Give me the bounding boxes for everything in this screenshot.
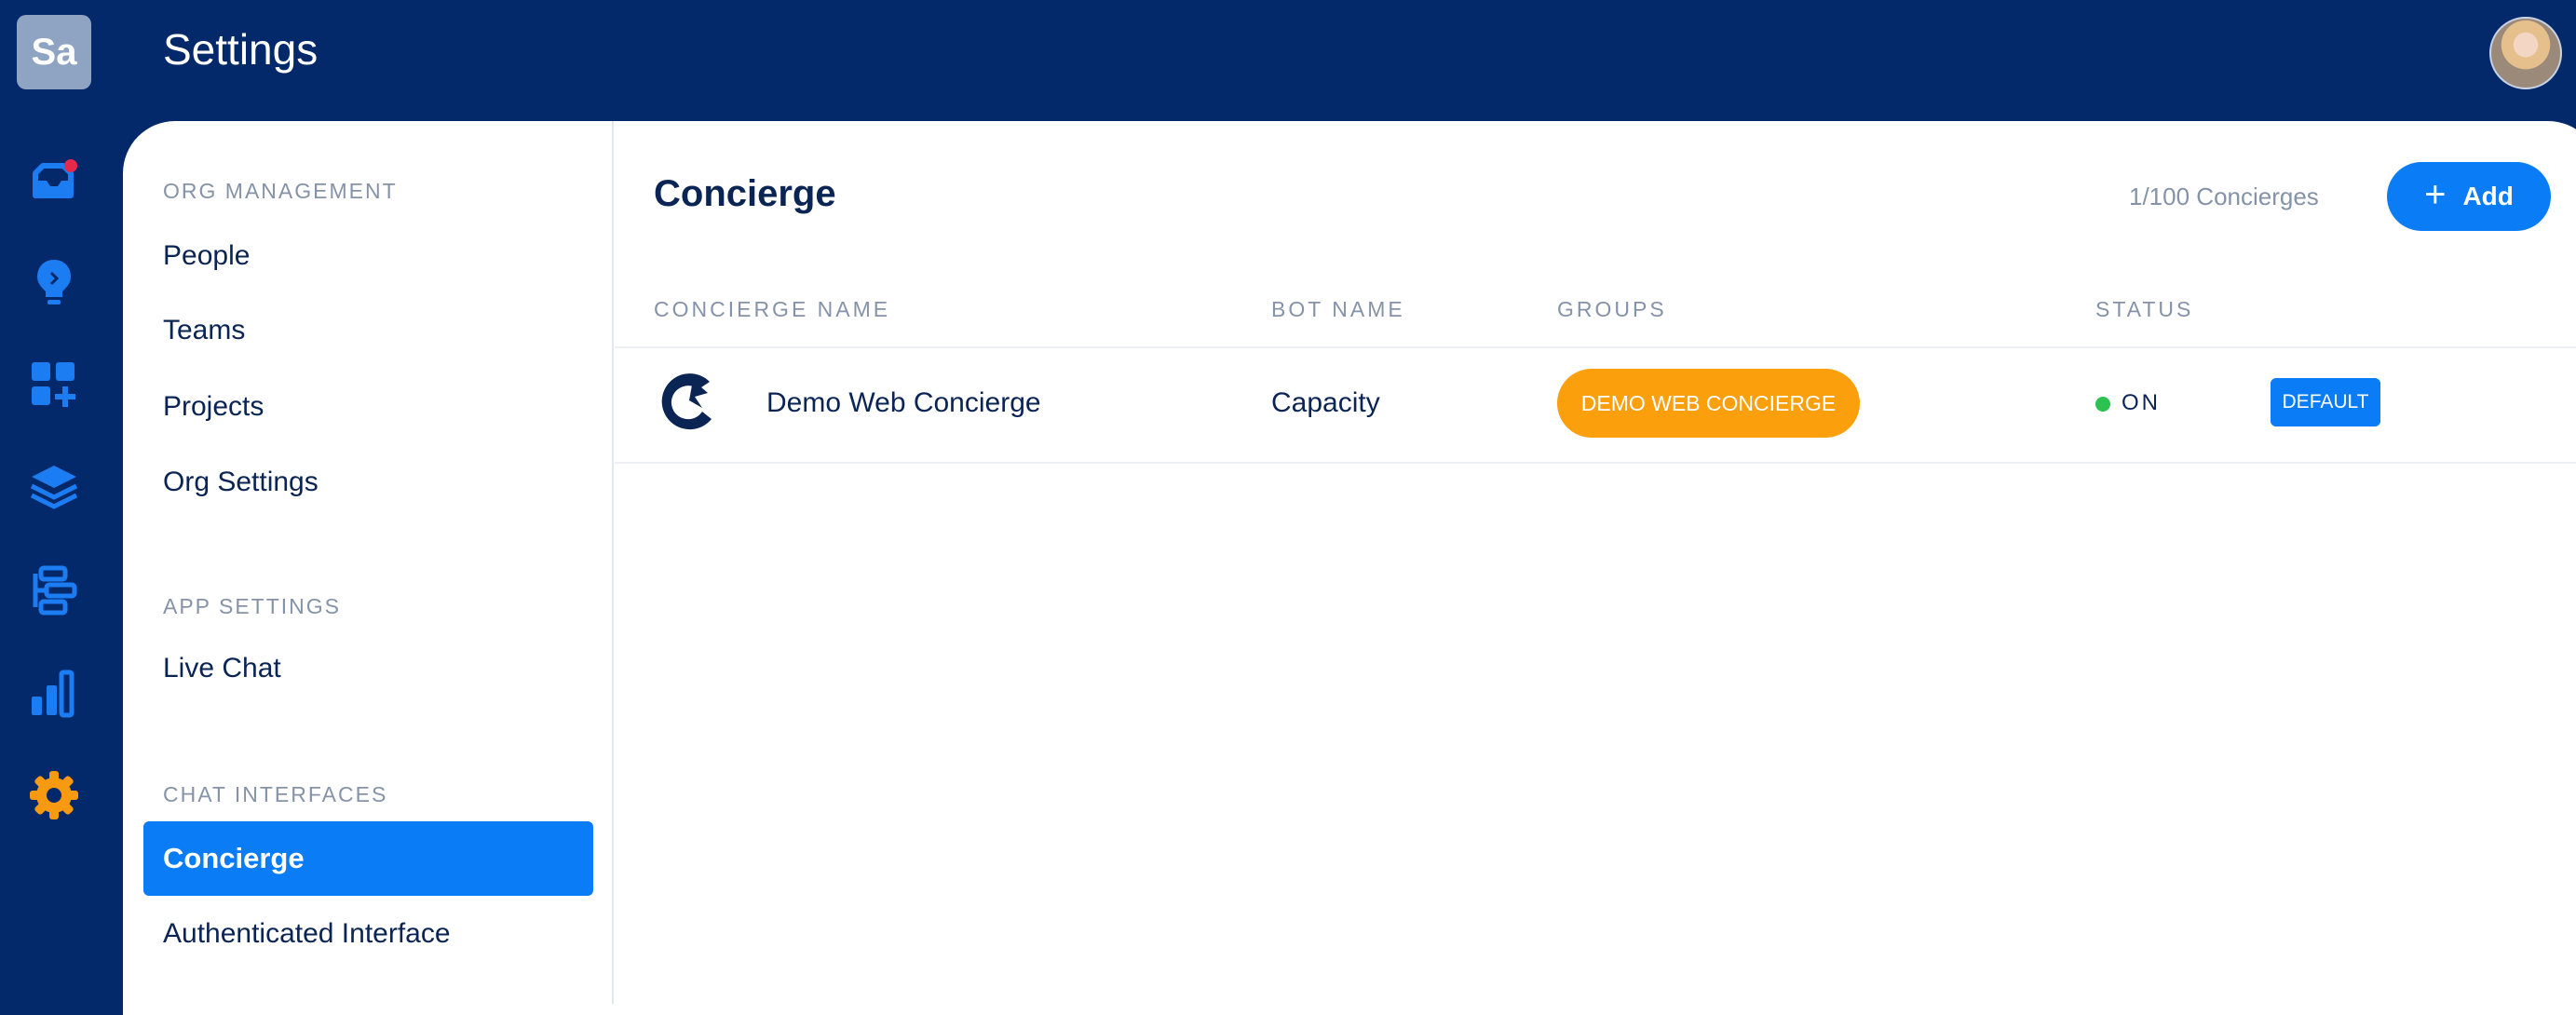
bar-chart-icon[interactable] [26,665,82,721]
page-title: Concierge [654,173,836,214]
layers-icon[interactable] [26,460,82,516]
sidebar-item-concierge[interactable]: Concierge [143,821,593,896]
workflow-icon[interactable] [26,562,82,618]
table-divider [615,346,2576,348]
section-label-org-management: ORG MANAGEMENT [163,179,398,203]
workspace-badge[interactable]: Sa [17,15,91,89]
status-indicator-icon [2095,397,2110,412]
add-concierge-button[interactable]: + Add [2387,162,2551,231]
sidebar-item-live-chat[interactable]: Live Chat [163,653,281,684]
sidebar-item-teams[interactable]: Teams [163,315,245,346]
settings-sidebar: ORG MANAGEMENT People Teams Projects Org… [123,121,614,1004]
default-badge: DEFAULT [2271,378,2380,426]
concierge-count: 1/100 Concierges [2129,183,2319,210]
add-apps-icon[interactable] [26,357,82,413]
concierge-name-cell[interactable]: Demo Web Concierge [766,387,1041,419]
sidebar-item-people[interactable]: People [163,240,250,272]
column-header-status: STATUS [2095,297,2194,321]
group-tag: DEMO WEB CONCIERGE [1557,369,1860,438]
lightbulb-icon[interactable] [26,254,82,310]
add-button-label: Add [2462,182,2514,210]
column-header-groups: GROUPS [1557,297,1667,321]
page-header-title: Settings [163,25,319,74]
section-label-chat-interfaces: CHAT INTERFACES [163,782,388,806]
bot-name-cell: Capacity [1271,387,1380,418]
concierge-logo-icon [654,365,726,438]
column-header-concierge-name: CONCIERGE NAME [654,297,891,321]
table-row-divider [615,462,2576,464]
sidebar-item-projects[interactable]: Projects [163,391,264,423]
gear-icon[interactable] [26,767,82,823]
notification-dot [64,159,77,172]
column-header-bot-name: BOT NAME [1271,297,1405,321]
inbox-icon[interactable] [26,153,82,209]
user-avatar[interactable] [2489,17,2562,89]
section-label-app-settings: APP SETTINGS [163,594,342,618]
plus-icon: + [2424,174,2447,215]
status-text: ON [2122,390,2161,415]
sidebar-item-org-settings[interactable]: Org Settings [163,467,319,498]
sidebar-item-authenticated-interface[interactable]: Authenticated Interface [163,918,451,950]
